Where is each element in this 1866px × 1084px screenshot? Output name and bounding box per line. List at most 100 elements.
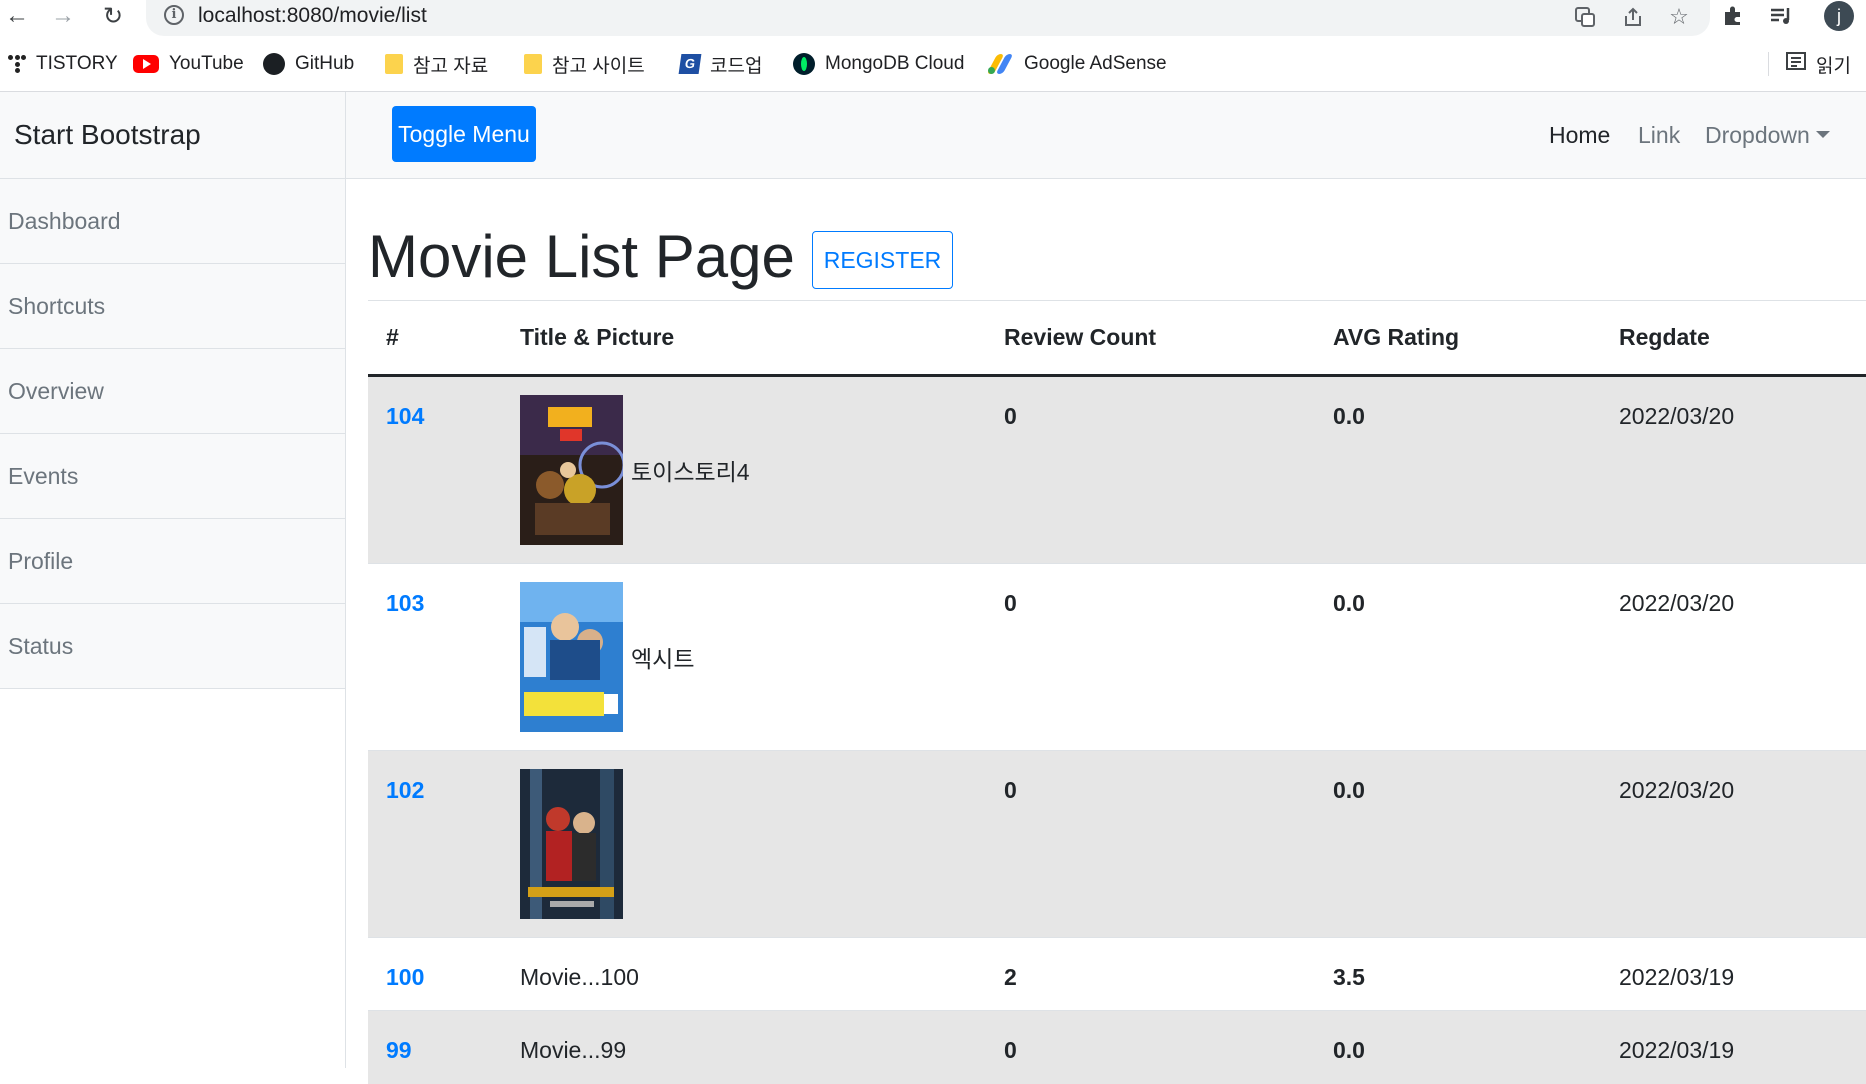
bookmark-adsense[interactable]: Google AdSense: [986, 44, 1167, 84]
avg-rating: 0.0: [1333, 777, 1365, 803]
reload-icon[interactable]: ↻: [96, 0, 130, 32]
movie-title: 토이스토리4: [631, 459, 750, 485]
exit-poster[interactable]: [520, 582, 623, 732]
sidebar-item-events[interactable]: Events: [0, 434, 345, 519]
sidebar-item-dashboard[interactable]: Dashboard: [0, 179, 345, 264]
sidebar-item-shortcuts[interactable]: Shortcuts: [0, 264, 345, 349]
movie-title[interactable]: Movie...100: [520, 938, 1004, 991]
bookmark-label: 참고 자료: [413, 55, 489, 77]
regdate: 2022/03/20: [1619, 590, 1735, 616]
movie-id-link[interactable]: 100: [386, 964, 424, 990]
bookmark-label: MongoDB Cloud: [825, 53, 965, 74]
sidebar: Start Bootstrap Dashboard Shortcuts Over…: [0, 92, 346, 1068]
extensions-puzzle-icon[interactable]: [1716, 0, 1750, 32]
bookmark-label: GitHub: [295, 53, 355, 74]
reading-list-icon: [1786, 51, 1806, 77]
github-icon: [263, 53, 285, 75]
share-icon[interactable]: [1618, 2, 1648, 32]
col-header-id: #: [368, 300, 520, 377]
bookmarks-divider: [1768, 52, 1769, 76]
movie-id-link[interactable]: 102: [386, 777, 424, 803]
browser-chrome: ← → ↻ i localhost:8080/movie/list ☆ j TI…: [0, 0, 1866, 92]
site-info-icon[interactable]: i: [164, 5, 184, 25]
spiderman-poster[interactable]: [520, 769, 623, 919]
tistory-dots-icon: [8, 55, 26, 73]
bookmark-label: Google AdSense: [1024, 53, 1167, 74]
nav-link-link[interactable]: Link: [1638, 92, 1680, 178]
codeup-icon: G: [678, 54, 702, 74]
table-header-row: # Title & Picture Review Count AVG Ratin…: [368, 300, 1866, 377]
youtube-icon: [133, 55, 159, 73]
col-header-avg-rating: AVG Rating: [1333, 300, 1619, 377]
bookmark-folder-sites[interactable]: 참고 사이트: [524, 44, 645, 84]
review-count: 0: [1004, 1037, 1017, 1063]
bookmark-label: 코드업: [710, 55, 763, 77]
movie-title: 엑시트: [631, 646, 695, 672]
translate-icon[interactable]: [1570, 2, 1600, 32]
avg-rating: 0.0: [1333, 590, 1365, 616]
review-count: 0: [1004, 590, 1017, 616]
bookmark-label: YouTube: [169, 53, 244, 74]
regdate: 2022/03/20: [1619, 403, 1735, 429]
movie-table: # Title & Picture Review Count AVG Ratin…: [368, 300, 1866, 1084]
review-count: 2: [1004, 964, 1017, 990]
regdate: 2022/03/19: [1619, 1037, 1735, 1063]
back-arrow-icon[interactable]: ←: [0, 0, 34, 32]
table-row: 103 엑시트 0 0.0 2022/03/20: [368, 563, 1866, 751]
movie-id-link[interactable]: 104: [386, 403, 424, 429]
bookmark-codeup[interactable]: G 코드업: [678, 44, 763, 84]
sidebar-item-overview[interactable]: Overview: [0, 349, 345, 434]
nav-link-home[interactable]: Home: [1549, 92, 1610, 178]
url-text[interactable]: localhost:8080/movie/list: [198, 4, 427, 28]
bookmark-youtube[interactable]: YouTube: [133, 44, 244, 84]
col-header-title: Title & Picture: [520, 300, 1004, 377]
table-row: 104 토이스토리4 0 0.0 2022/03/20: [368, 375, 1866, 564]
page-title: Movie List Page: [368, 223, 795, 290]
reading-list-button[interactable]: 읽기: [1786, 44, 1851, 84]
bookmark-github[interactable]: GitHub: [263, 44, 354, 84]
movie-id-link[interactable]: 103: [386, 590, 424, 616]
profile-avatar[interactable]: j: [1824, 1, 1854, 31]
review-count: 0: [1004, 403, 1017, 429]
sidebar-item-profile[interactable]: Profile: [0, 519, 345, 604]
sidebar-item-status[interactable]: Status: [0, 604, 345, 689]
avg-rating: 0.0: [1333, 403, 1365, 429]
table-row: 99 Movie...99 0 0.0 2022/03/19: [368, 1010, 1866, 1084]
address-bar[interactable]: i localhost:8080/movie/list ☆: [146, 0, 1710, 36]
avg-rating: 3.5: [1333, 964, 1365, 990]
forward-arrow-icon[interactable]: →: [46, 0, 80, 32]
folder-icon: [385, 54, 403, 74]
reading-list-label: 읽기: [1816, 55, 1851, 77]
regdate: 2022/03/19: [1619, 964, 1735, 990]
sidebar-heading[interactable]: Start Bootstrap: [0, 92, 345, 179]
bookmark-label: TISTORY: [36, 53, 118, 74]
nav-dropdown[interactable]: Dropdown: [1705, 92, 1830, 178]
media-queue-icon[interactable]: [1764, 0, 1798, 32]
bookmark-star-icon[interactable]: ☆: [1664, 2, 1694, 32]
bookmark-tistory[interactable]: TISTORY: [8, 44, 118, 84]
movie-id-link[interactable]: 99: [386, 1037, 412, 1063]
nav-dropdown-label: Dropdown: [1705, 122, 1810, 148]
adsense-icon: [986, 54, 1014, 74]
toggle-menu-button[interactable]: Toggle Menu: [392, 106, 536, 162]
movie-title-cell[interactable]: [520, 751, 1004, 937]
movie-title[interactable]: Movie...99: [520, 1011, 1004, 1064]
register-button[interactable]: REGISTER: [812, 231, 953, 289]
movie-title-cell[interactable]: 엑시트: [520, 564, 1004, 750]
toy-story-4-poster[interactable]: [520, 395, 623, 545]
folder-icon: [524, 54, 542, 74]
table-row: 100 Movie...100 2 3.5 2022/03/19: [368, 937, 1866, 1011]
bookmark-mongodb[interactable]: MongoDB Cloud: [793, 44, 964, 84]
review-count: 0: [1004, 777, 1017, 803]
col-header-review-count: Review Count: [1004, 300, 1333, 377]
bookmark-label: 참고 사이트: [552, 55, 645, 77]
caret-down-icon: [1815, 131, 1830, 139]
avg-rating: 0.0: [1333, 1037, 1365, 1063]
regdate: 2022/03/20: [1619, 777, 1735, 803]
col-header-regdate: Regdate: [1619, 300, 1866, 377]
bookmarks-bar: TISTORY YouTube GitHub 참고 자료 참고 사이트 G 코드…: [0, 44, 1866, 84]
bookmark-folder-reference[interactable]: 참고 자료: [385, 44, 488, 84]
movie-title-cell[interactable]: 토이스토리4: [520, 377, 1004, 563]
table-row: 102 0 0.0 2022/03/20: [368, 750, 1866, 938]
top-navbar: Toggle Menu Home Link Dropdown: [346, 92, 1866, 179]
